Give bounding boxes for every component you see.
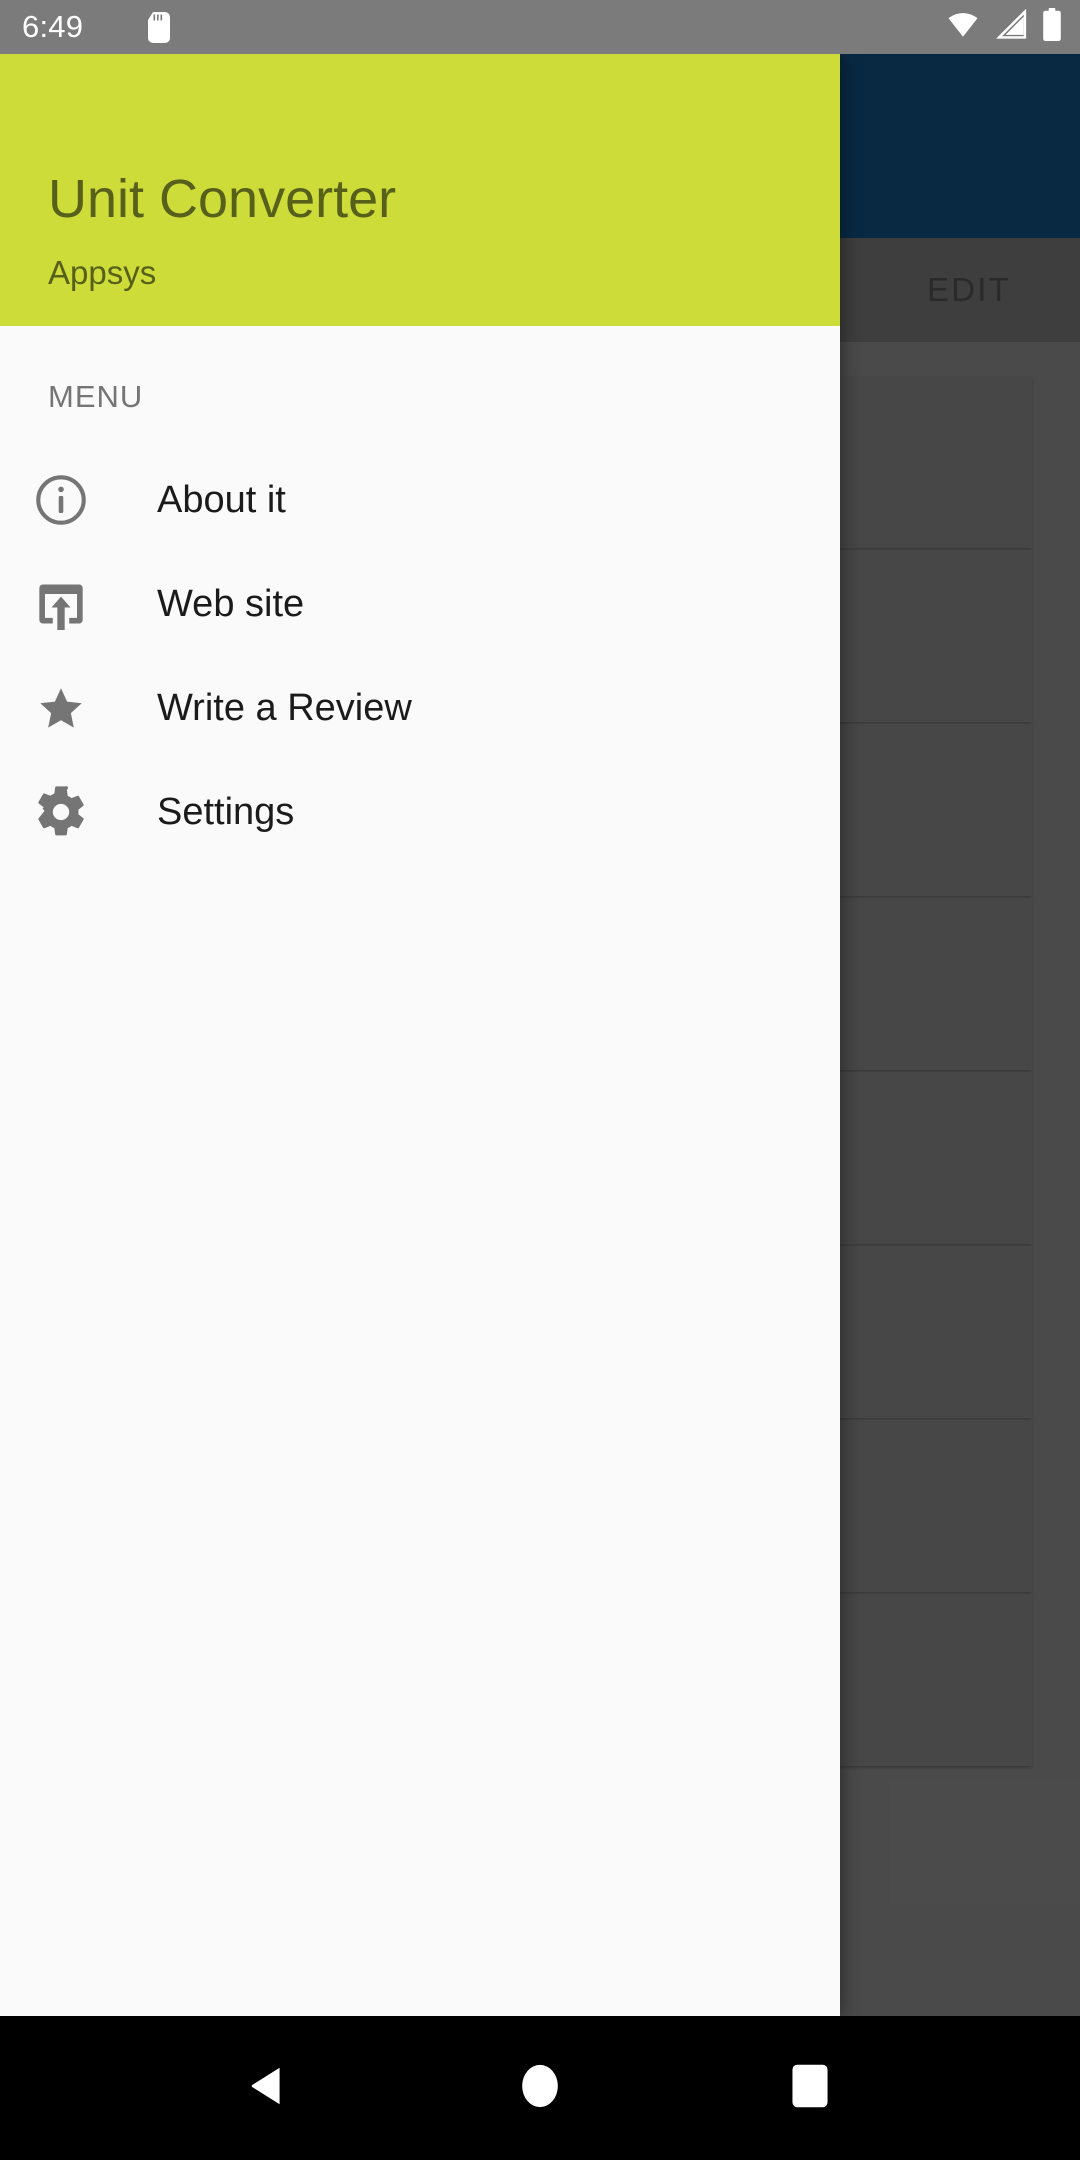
open-in-new-icon xyxy=(29,578,93,630)
gear-icon xyxy=(29,784,93,840)
wifi-icon xyxy=(944,9,982,45)
star-icon xyxy=(29,681,93,735)
drawer-header: Unit Converter Appsys xyxy=(0,54,840,326)
drawer-item-web-site[interactable]: Web site xyxy=(0,552,840,656)
triangle-left-icon xyxy=(247,2061,293,2116)
status-time: 6:49 xyxy=(22,9,84,44)
navigation-drawer: Unit Converter Appsys MENU About it Web … xyxy=(0,54,840,2016)
square-icon xyxy=(789,2062,831,2115)
battery-icon xyxy=(1042,8,1062,46)
drawer-item-write-a-review[interactable]: Write a Review xyxy=(0,656,840,760)
drawer-menu-list: About it Web site Write a Review Setting… xyxy=(0,448,840,864)
android-navigation-bar xyxy=(0,2016,1080,2160)
app-title: Unit Converter xyxy=(48,169,397,229)
drawer-item-label: About it xyxy=(157,479,286,521)
sd-card-icon xyxy=(148,12,170,43)
nav-back-button[interactable] xyxy=(210,2016,330,2160)
phone-screen: EDIT Unit Converter Appsys MENU About it… xyxy=(0,0,1080,2160)
status-icons xyxy=(944,0,1062,54)
circle-icon xyxy=(517,2061,563,2116)
info-circle-icon xyxy=(29,471,93,529)
app-subtitle: Appsys xyxy=(48,254,157,291)
drawer-item-label: Write a Review xyxy=(157,687,412,729)
drawer-item-about-it[interactable]: About it xyxy=(0,448,840,552)
status-bar: 6:49 xyxy=(0,0,1080,54)
nav-recents-button[interactable] xyxy=(750,2016,870,2160)
menu-section-label: MENU xyxy=(48,379,144,414)
nav-home-button[interactable] xyxy=(480,2016,600,2160)
drawer-item-label: Settings xyxy=(157,791,295,833)
drawer-item-settings[interactable]: Settings xyxy=(0,760,840,864)
cellular-signal-icon xyxy=(994,8,1030,45)
drawer-item-label: Web site xyxy=(157,583,305,625)
